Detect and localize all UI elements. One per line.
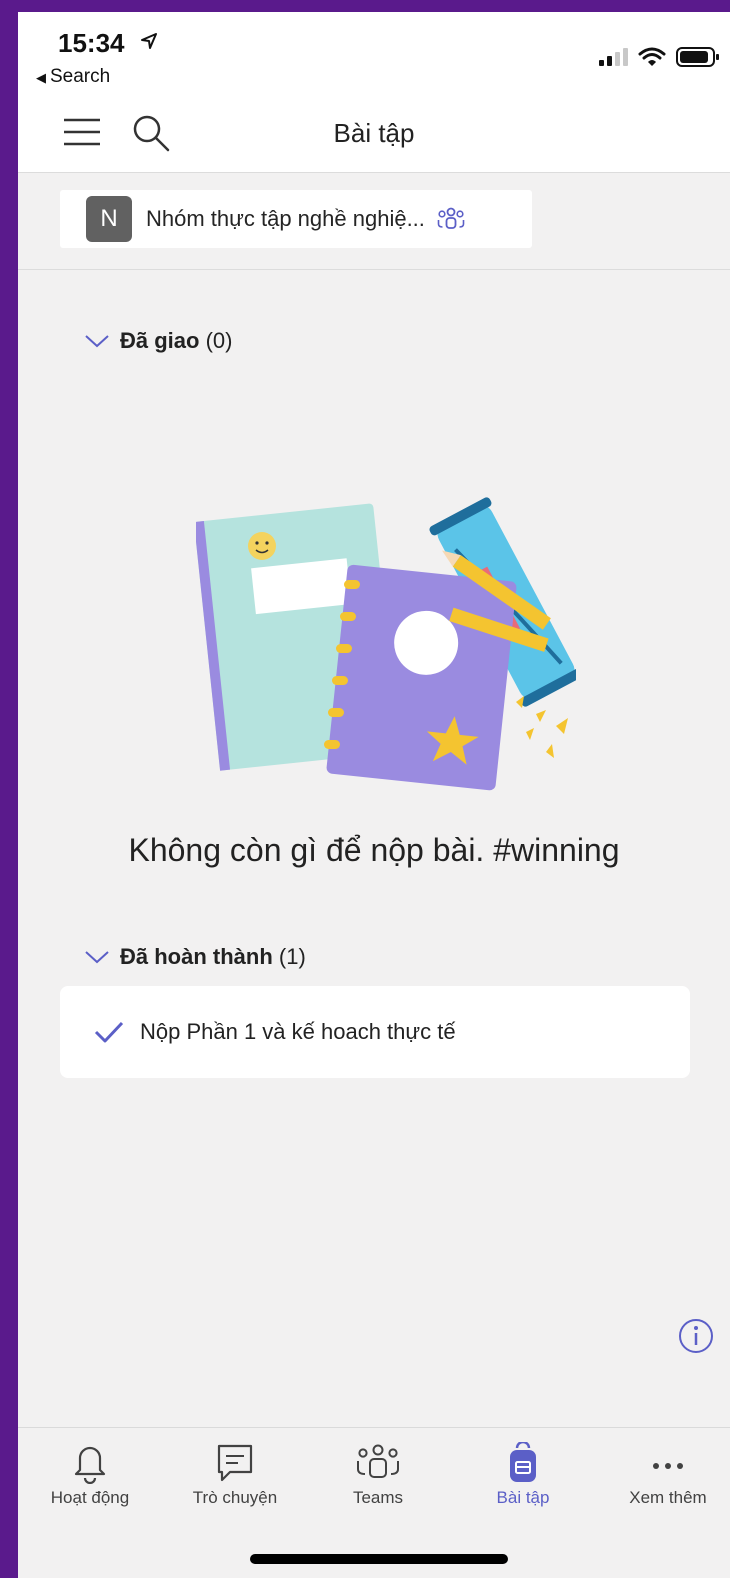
assigned-count: (0) <box>205 328 233 353</box>
back-triangle-icon: ◀ <box>36 70 46 85</box>
status-icons <box>598 46 720 68</box>
chevron-down-icon <box>85 951 109 964</box>
teams-icon <box>357 1444 399 1478</box>
nav-label-teams: Teams <box>352 1488 404 1507</box>
completed-section-title: Đã hoàn thành <box>120 944 273 969</box>
chat-icon <box>217 1444 253 1482</box>
battery-icon <box>676 47 719 67</box>
nav-item-assignments[interactable]: Bài tập <box>463 1442 583 1508</box>
bell-icon <box>74 1446 106 1484</box>
assigned-section-header[interactable]: Đã giao (0) <box>84 328 232 354</box>
nav-label-chat: Trò chuyện <box>192 1488 278 1507</box>
completed-assignment-card[interactable]: Nộp Phần 1 và kế hoach thực tế <box>60 986 690 1078</box>
team-members-icon <box>437 207 465 229</box>
team-divider <box>18 269 730 270</box>
assignment-title: Nộp Phần 1 và kế hoach thực tế <box>140 1019 456 1044</box>
assigned-section-title: Đã giao <box>120 328 200 353</box>
info-icon[interactable] <box>678 1318 714 1354</box>
notebooks-illustration <box>196 497 576 791</box>
status-time: 15:34 <box>58 28 125 58</box>
location-arrow-icon <box>141 33 157 49</box>
nav-item-more[interactable]: Xem thêm <box>608 1442 728 1508</box>
phone-screen: 15:34 ◀ Search Bài tập N Nhóm thực tập n… <box>18 12 730 1578</box>
nav-item-chat[interactable]: Trò chuyện <box>175 1442 295 1508</box>
page-title: Bài tập <box>333 118 415 148</box>
team-selector[interactable]: N Nhóm thực tập nghề nghiệ... <box>60 190 532 248</box>
more-icon <box>653 1463 683 1469</box>
signal-icon <box>599 48 628 66</box>
backpack-icon <box>510 1442 536 1482</box>
nav-label-activity: Hoạt động <box>50 1488 130 1507</box>
nav-item-teams[interactable]: Teams <box>318 1442 438 1508</box>
checkmark-icon <box>94 1021 124 1043</box>
nav-label-more: Xem thêm <box>629 1488 707 1507</box>
empty-state-message: Không còn gì để nộp bài. #winning <box>128 832 620 868</box>
completed-section-header[interactable]: Đã hoàn thành (1) <box>84 944 306 970</box>
chevron-down-icon <box>85 335 109 348</box>
wifi-icon <box>638 47 666 66</box>
team-name: Nhóm thực tập nghề nghiệ... <box>146 206 425 231</box>
top-bar: 15:34 ◀ Search Bài tập <box>18 12 730 172</box>
team-avatar: N <box>86 196 132 242</box>
back-to-search[interactable]: ◀ Search <box>36 66 110 88</box>
nav-label-assignments: Bài tập <box>496 1488 550 1507</box>
nav-item-activity[interactable]: Hoạt động <box>30 1442 150 1508</box>
home-indicator[interactable] <box>250 1554 508 1564</box>
completed-count: (1) <box>278 944 306 969</box>
back-search-label: Search <box>50 66 111 87</box>
